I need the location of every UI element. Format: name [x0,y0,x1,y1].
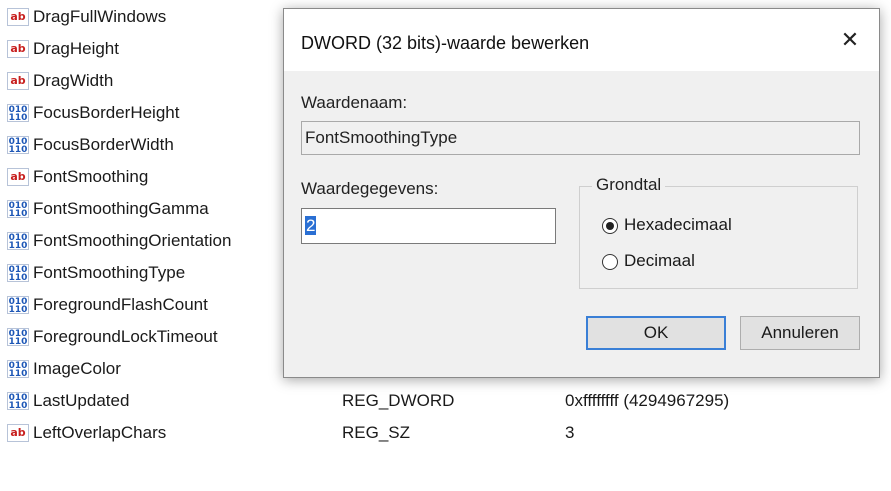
registry-value-name: DragFullWindows [33,7,167,26]
base-group-label: Grondtal [592,175,666,195]
binary-value-icon: 010 110 [7,104,29,123]
registry-row[interactable]: 010 110 LastUpdated REG_DWORD 0xffffffff (4… [0,386,891,416]
radio-selected-icon [602,217,618,234]
registry-value-name: DragWidth [33,71,114,90]
string-value-icon: ab [7,424,29,442]
radio-hexadecimal[interactable]: Hexadecimaal [602,213,732,237]
value-data-label: Waardegegevens: [301,179,439,198]
string-value-icon: ab [7,72,29,90]
registry-value-name: FocusBorderHeight [33,103,180,122]
cancel-button[interactable]: Annuleren [740,316,860,350]
binary-value-icon: 010 110 [7,136,29,155]
radio-decimal[interactable]: Decimaal [602,249,695,273]
binary-value-icon: 010 110 [7,232,29,251]
registry-value-name: LastUpdated [33,391,130,410]
ok-button[interactable]: OK [586,316,726,350]
edit-dword-dialog: DWORD (32 bits)-waarde bewerken ✕ Waarde… [283,8,880,378]
registry-value-name: FontSmoothingGamma [33,199,209,218]
registry-value-name: FocusBorderWidth [33,135,174,154]
radio-hexadecimal-label: Hexadecimaal [624,215,732,234]
binary-value-icon: 010 110 [7,264,29,283]
registry-value-data: 0xffffffff (4294967295) [565,391,730,410]
base-groupbox: Grondtal Hexadecimaal Decimaal [579,175,858,289]
value-data-selected-text: 2 [305,216,317,235]
registry-value-name: ForegroundLockTimeout [33,327,218,346]
registry-value-name: ImageColor [33,359,121,378]
registry-value-name: ForegroundFlashCount [33,295,208,314]
radio-decimal-label: Decimaal [624,251,695,270]
dialog-title-bar: DWORD (32 bits)-waarde bewerken ✕ [284,9,879,71]
close-icon[interactable]: ✕ [831,23,869,59]
registry-value-name: FontSmoothingOrientation [33,231,232,250]
binary-value-icon: 010 110 [7,360,29,379]
registry-value-type: REG_DWORD [342,391,455,410]
dialog-title: DWORD (32 bits)-waarde bewerken [301,33,590,53]
binary-value-icon: 010 110 [7,392,29,411]
string-value-icon: ab [7,40,29,58]
registry-row[interactable]: ab LeftOverlapChars REG_SZ 3 [0,418,891,448]
binary-value-icon: 010 110 [7,296,29,315]
string-value-icon: ab [7,8,29,26]
registry-value-type: REG_SZ [342,423,411,442]
binary-value-icon: 010 110 [7,200,29,219]
registry-value-name: FontSmoothing [33,167,149,186]
registry-value-data: 3 [565,423,575,442]
string-value-icon: ab [7,168,29,186]
value-name-field: FontSmoothingType [301,121,860,155]
registry-value-name: LeftOverlapChars [33,423,167,442]
value-name-label: Waardenaam: [301,93,408,112]
registry-value-name: FontSmoothingType [33,263,186,282]
value-data-input[interactable]: 2 [301,208,556,244]
binary-value-icon: 010 110 [7,328,29,347]
radio-unselected-icon [602,253,618,270]
registry-value-name: DragHeight [33,39,119,58]
